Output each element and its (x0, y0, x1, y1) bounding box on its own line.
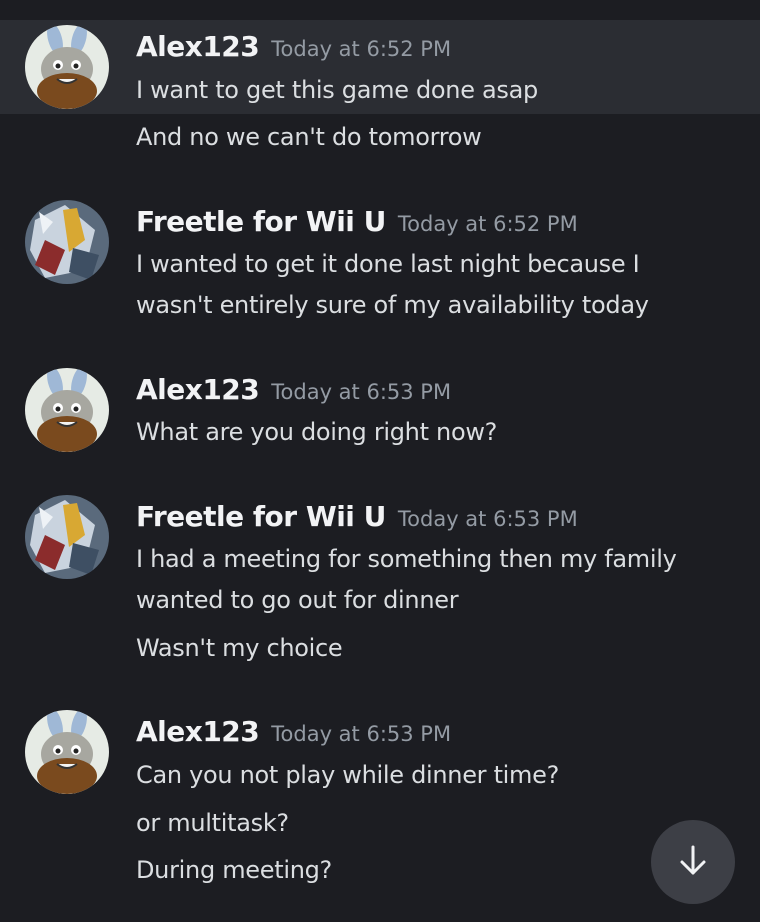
message-text: or multitask? (136, 809, 289, 837)
message-text: wasn't entirely sure of my availability … (136, 291, 649, 319)
username[interactable]: Alex123 (136, 373, 260, 406)
bunny-avatar-icon[interactable] (25, 25, 109, 109)
message-text: Wasn't my choice (136, 634, 343, 662)
message-text: What are you doing right now? (136, 418, 498, 446)
bunny-avatar-icon[interactable] (25, 710, 109, 794)
message-text: I had a meeting for something then my fa… (136, 545, 677, 573)
scroll-to-bottom-button[interactable] (651, 820, 735, 904)
message-text: wanted to go out for dinner (136, 586, 459, 614)
timestamp[interactable]: Today at 6:53 PM (398, 507, 578, 531)
username[interactable]: Freetle for Wii U (136, 205, 386, 238)
message-text: I wanted to get it done last night becau… (136, 250, 640, 278)
arrow-down-icon (673, 840, 713, 884)
username[interactable]: Alex123 (136, 30, 260, 63)
timestamp[interactable]: Today at 6:53 PM (271, 380, 451, 404)
message-text: I want to get this game done asap (136, 76, 538, 104)
message-header: Alex123 Today at 6:53 PM (136, 373, 451, 406)
message-header: Freetle for Wii U Today at 6:53 PM (136, 500, 578, 533)
message-header: Alex123 Today at 6:52 PM (136, 30, 451, 63)
timestamp[interactable]: Today at 6:52 PM (398, 212, 578, 236)
top-divider (0, 0, 760, 20)
armored-character-avatar-icon[interactable] (25, 200, 109, 284)
armored-character-avatar-icon[interactable] (25, 495, 109, 579)
bunny-avatar-icon[interactable] (25, 368, 109, 452)
message-text: And no we can't do tomorrow (136, 123, 482, 151)
message-text: During meeting? (136, 856, 332, 884)
username[interactable]: Alex123 (136, 715, 260, 748)
message-header: Alex123 Today at 6:53 PM (136, 715, 451, 748)
username[interactable]: Freetle for Wii U (136, 500, 386, 533)
timestamp[interactable]: Today at 6:52 PM (271, 37, 451, 61)
message-text: Can you not play while dinner time? (136, 761, 560, 789)
message-header: Freetle for Wii U Today at 6:52 PM (136, 205, 578, 238)
chat-message-list: Alex123 Today at 6:52 PM I want to get th… (0, 0, 760, 922)
timestamp[interactable]: Today at 6:53 PM (271, 722, 451, 746)
